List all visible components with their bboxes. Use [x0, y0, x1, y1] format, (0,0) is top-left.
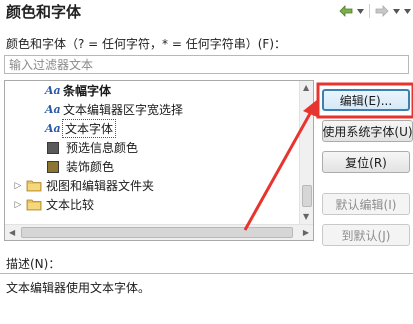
- tree-item-label: 文本编辑器区字宽选择: [63, 103, 184, 117]
- back-arrow-icon: [339, 5, 353, 17]
- tree-item-folder[interactable]: ▷ 视图和编辑器文件夹: [5, 176, 299, 195]
- folder-icon: [26, 180, 42, 192]
- filter-label: 颜色和字体（? = 任何字符，* = 任何字符串）(F)：: [6, 37, 287, 51]
- tree-item-label: 文本比较: [46, 198, 95, 212]
- expand-chevron-icon[interactable]: ▷: [13, 200, 23, 210]
- tree-item[interactable]: Aa 文本编辑器区字宽选择: [5, 100, 299, 119]
- goto-default-button[interactable]: 到默认(J): [322, 224, 410, 246]
- forward-menu-button[interactable]: [391, 3, 402, 19]
- folder-icon: [26, 199, 42, 211]
- history-nav: [337, 2, 413, 20]
- tree-item-label: 装饰颜色: [66, 160, 115, 174]
- vertical-scroll-thumb[interactable]: [302, 185, 312, 207]
- back-menu-button[interactable]: [355, 3, 366, 19]
- color-swatch-icon: [47, 160, 59, 173]
- color-swatch-icon: [47, 141, 59, 154]
- tree-item-folder[interactable]: ▷ 文本比较: [5, 195, 299, 214]
- title-bar: 颜色和字体: [0, 0, 413, 22]
- tree-item-selected[interactable]: Aa 文本字体: [5, 119, 299, 138]
- scroll-left-icon[interactable]: ◀: [9, 229, 15, 237]
- scroll-down-icon[interactable]: ▼: [303, 213, 309, 221]
- scroll-right-icon[interactable]: ▶: [303, 229, 309, 237]
- page-title: 颜色和字体: [6, 3, 82, 21]
- horizontal-scroll-thumb[interactable]: [21, 227, 293, 238]
- reset-button[interactable]: 复位(R): [322, 151, 410, 173]
- forward-arrow-icon: [375, 5, 389, 17]
- description-box: 文本编辑器使用文本字体。: [0, 273, 413, 324]
- view-menu-button[interactable]: [402, 3, 413, 19]
- description-text: 文本编辑器使用文本字体。: [6, 281, 151, 295]
- tree-item-label: 视图和编辑器文件夹: [46, 179, 155, 193]
- chevron-down-icon: [404, 8, 411, 14]
- expand-chevron-icon[interactable]: ▷: [13, 181, 23, 191]
- tree-item-label: 文本字体: [61, 119, 117, 138]
- horizontal-scrollbar[interactable]: ◀ ▶: [5, 224, 313, 240]
- color-font-tree[interactable]: Aa 条幅字体 Aa 文本编辑器区字宽选择 Aa 文本字体 预选信息颜色 装饰颜…: [4, 80, 314, 241]
- edit-button[interactable]: 编辑(E)...: [322, 89, 410, 111]
- description-label: 描述(N)：: [6, 257, 61, 271]
- default-edit-button[interactable]: 默认编辑(I): [322, 193, 410, 215]
- tree-item[interactable]: 装饰颜色: [5, 157, 299, 176]
- font-aa-icon: Aa: [45, 103, 61, 116]
- tree-item[interactable]: 预选信息颜色: [5, 138, 299, 157]
- toolbar-separator: [369, 4, 370, 18]
- vertical-scrollbar[interactable]: ▲ ▼: [299, 81, 313, 224]
- use-system-font-button[interactable]: 使用系统字体(U): [322, 120, 413, 142]
- chevron-down-icon: [357, 8, 364, 14]
- font-aa-icon: Aa: [45, 122, 61, 135]
- back-button[interactable]: [337, 3, 355, 19]
- font-aa-icon: Aa: [45, 84, 61, 97]
- tree-item-label: 条幅字体: [63, 84, 112, 98]
- filter-input[interactable]: [4, 55, 409, 74]
- chevron-down-icon: [393, 8, 400, 14]
- tree-item-label: 预选信息颜色: [66, 141, 139, 155]
- tree-item[interactable]: Aa 条幅字体: [5, 81, 299, 100]
- forward-button[interactable]: [373, 3, 391, 19]
- scroll-up-icon[interactable]: ▲: [303, 84, 309, 92]
